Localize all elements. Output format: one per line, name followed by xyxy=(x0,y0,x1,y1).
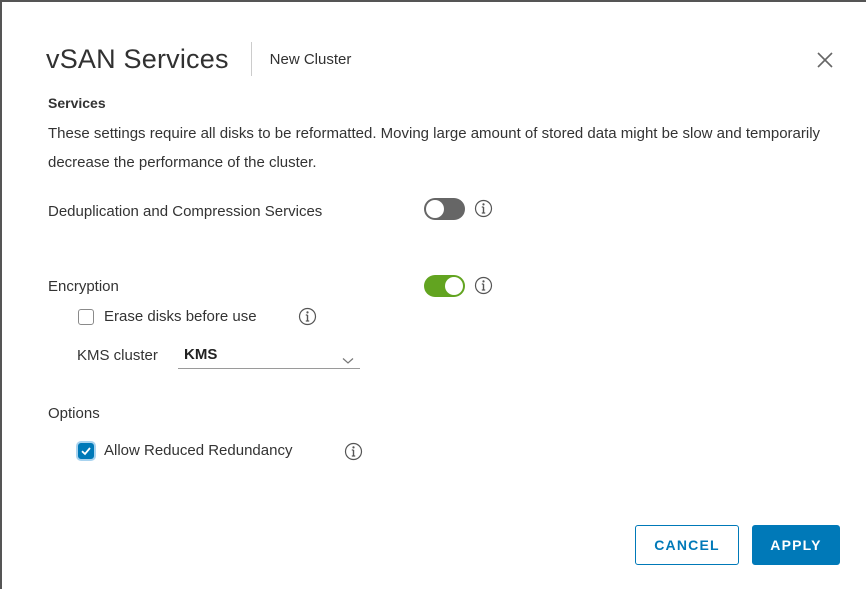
info-icon[interactable] xyxy=(344,442,363,461)
toggle-knob xyxy=(445,277,463,295)
info-icon[interactable] xyxy=(298,307,317,326)
dedup-toggle[interactable] xyxy=(424,198,465,220)
toggle-knob xyxy=(426,200,444,218)
info-icon[interactable] xyxy=(474,276,493,295)
apply-button[interactable]: APPLY xyxy=(752,525,840,565)
dialog-header: vSAN Services New Cluster xyxy=(46,42,351,76)
services-description: These settings require all disks to be r… xyxy=(48,125,821,171)
dialog-title: vSAN Services xyxy=(46,43,229,74)
reduced-redundancy-checkbox[interactable] xyxy=(78,443,94,459)
title-divider xyxy=(250,42,252,76)
erase-disks-checkbox[interactable] xyxy=(78,309,94,325)
kms-cluster-label: KMS cluster xyxy=(77,347,158,364)
encryption-label: Encryption xyxy=(48,278,119,295)
erase-disks-label: Erase disks before use xyxy=(104,308,257,325)
checkmark-icon xyxy=(81,447,91,456)
options-label: Options xyxy=(48,405,100,422)
dedup-label: Deduplication and Compression Services xyxy=(48,203,323,220)
vsan-services-dialog: vSAN Services New Cluster Services These… xyxy=(2,2,866,589)
encryption-toggle[interactable] xyxy=(424,275,465,297)
services-section-label: Services xyxy=(48,95,106,111)
kms-cluster-value: KMS xyxy=(184,346,218,363)
cancel-button[interactable]: CANCEL xyxy=(635,525,739,565)
close-icon[interactable] xyxy=(814,49,836,71)
reduced-redundancy-label: Allow Reduced Redundancy xyxy=(104,442,293,459)
kms-cluster-select[interactable]: KMS xyxy=(178,344,360,369)
dialog-subtitle: New Cluster xyxy=(269,50,352,68)
chevron-down-icon xyxy=(342,352,354,364)
info-icon[interactable] xyxy=(474,199,493,218)
